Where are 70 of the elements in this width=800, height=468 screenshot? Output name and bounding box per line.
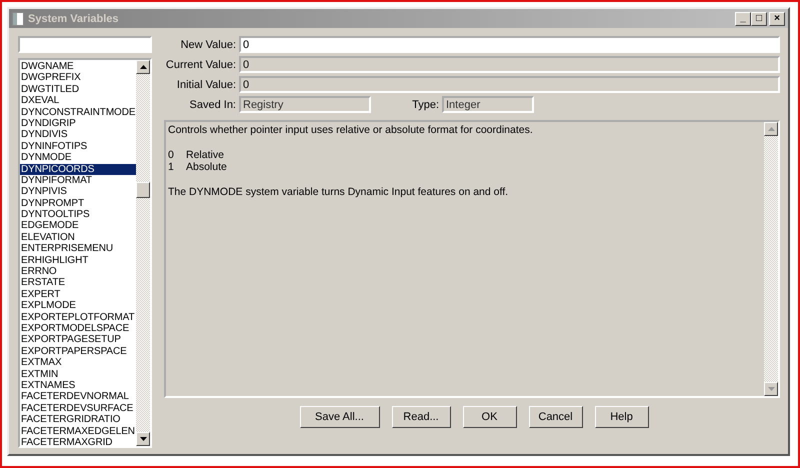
value-field[interactable]: 0	[239, 36, 780, 53]
down-arrow-icon	[768, 387, 774, 391]
list-item[interactable]: ELEVATION	[20, 232, 136, 244]
scroll-down-button[interactable]	[764, 382, 778, 396]
search-field[interactable]	[18, 36, 152, 53]
list-item[interactable]: EXPERT	[20, 288, 136, 300]
list-item[interactable]: ERRNO	[20, 266, 136, 278]
dialog-button[interactable]: Save All...	[300, 406, 380, 428]
up-arrow-icon	[768, 127, 774, 131]
list-item[interactable]: EXPORTPAGESETUP	[20, 334, 136, 346]
list-item[interactable]: EXTMIN	[20, 368, 136, 380]
list-item[interactable]: DWGNAME	[20, 61, 136, 72]
list-item[interactable]: DWGPREFIX	[20, 72, 136, 84]
list-item[interactable]: DYNDIGRIP	[20, 118, 136, 130]
list-item[interactable]: FACETERGRIDRATIO	[20, 414, 136, 426]
scrollbar[interactable]	[136, 60, 150, 446]
scroll-down-button[interactable]	[136, 432, 150, 446]
scroll-thumb[interactable]	[136, 182, 150, 198]
list-item[interactable]: DWGTITLED	[20, 84, 136, 96]
list-item[interactable]: FACETERDEVNORMAL	[20, 391, 136, 403]
list-item[interactable]: EXTMAX	[20, 357, 136, 369]
field-label: Initial Value:	[176, 78, 237, 90]
list-item[interactable]: FACETERDEVSURFACE	[20, 402, 136, 414]
list-item[interactable]: DYNPIFORMAT	[20, 174, 136, 186]
option-code: 0	[168, 149, 175, 161]
list-item[interactable]: ENTERPRISEMENU	[20, 243, 136, 255]
description-text: Controls whether pointer input uses relative or absolute format for coordinates.	[168, 124, 534, 136]
list-item[interactable]: FACETERMAXGRID	[20, 436, 136, 446]
list-item[interactable]: EXPORTPAPERSPACE	[20, 346, 136, 358]
option-text: Relative	[186, 149, 224, 161]
list-item[interactable]: EXTNAMES	[20, 380, 136, 392]
list-item[interactable]: DYNPROMPT	[20, 198, 136, 210]
field-label: Type:	[411, 98, 440, 110]
option-text: Absolute	[186, 161, 227, 173]
scrollbar[interactable]	[764, 122, 778, 396]
list-item[interactable]: DXEVAL	[20, 95, 136, 107]
list-item[interactable]: DYNPIVIS	[20, 186, 136, 198]
minimize-button[interactable]: _	[735, 12, 751, 26]
window-title: System Variables	[28, 12, 120, 24]
list-item[interactable]: ERSTATE	[20, 277, 136, 289]
list-item[interactable]: EXPLMODE	[20, 300, 136, 312]
list-item[interactable]: DYNINFOTIPS	[20, 140, 136, 152]
description-text: The DYNMODE system variable turns Dynamic Input features on and off.	[168, 186, 510, 198]
list-item[interactable]: DYNCONSTRAINTMODE	[20, 106, 136, 118]
list-item[interactable]: ERHIGHLIGHT	[20, 254, 136, 266]
up-arrow-icon	[140, 65, 146, 69]
saved-in-field: Registry	[239, 96, 371, 113]
list-item[interactable]: DYNPICOORDS	[20, 164, 136, 175]
list-item[interactable]: EXPORTMODELSPACE	[20, 322, 136, 334]
list-item[interactable]: DYNDIVIS	[20, 129, 136, 141]
list-item[interactable]: DYNMODE	[20, 152, 136, 164]
list-item[interactable]: FACETERMAXEDGELEN	[20, 426, 136, 437]
option-code: 1	[168, 161, 175, 173]
field-label: Saved In:	[188, 98, 237, 110]
close-button[interactable]: ×	[769, 12, 785, 26]
dialog-button[interactable]: OK	[462, 406, 516, 428]
dialog-button[interactable]: Cancel	[528, 406, 582, 428]
window-icon	[12, 12, 24, 26]
list-item[interactable]: DYNTOOLTIPS	[20, 209, 136, 220]
field-label: Current Value:	[164, 58, 237, 70]
dialog-button[interactable]: Help	[594, 406, 648, 428]
scroll-up-button[interactable]	[136, 60, 150, 74]
list-item[interactable]: EDGEMODE	[20, 220, 136, 232]
dialog-button[interactable]: Read...	[392, 406, 450, 428]
field-label: New Value:	[180, 38, 237, 50]
down-arrow-icon	[140, 437, 146, 441]
scroll-up-button[interactable]	[764, 122, 778, 136]
maximize-button[interactable]: □	[751, 12, 767, 26]
type-field: Integer	[442, 96, 534, 113]
list-item[interactable]: EXPORTEPLOTFORMAT	[20, 312, 136, 323]
